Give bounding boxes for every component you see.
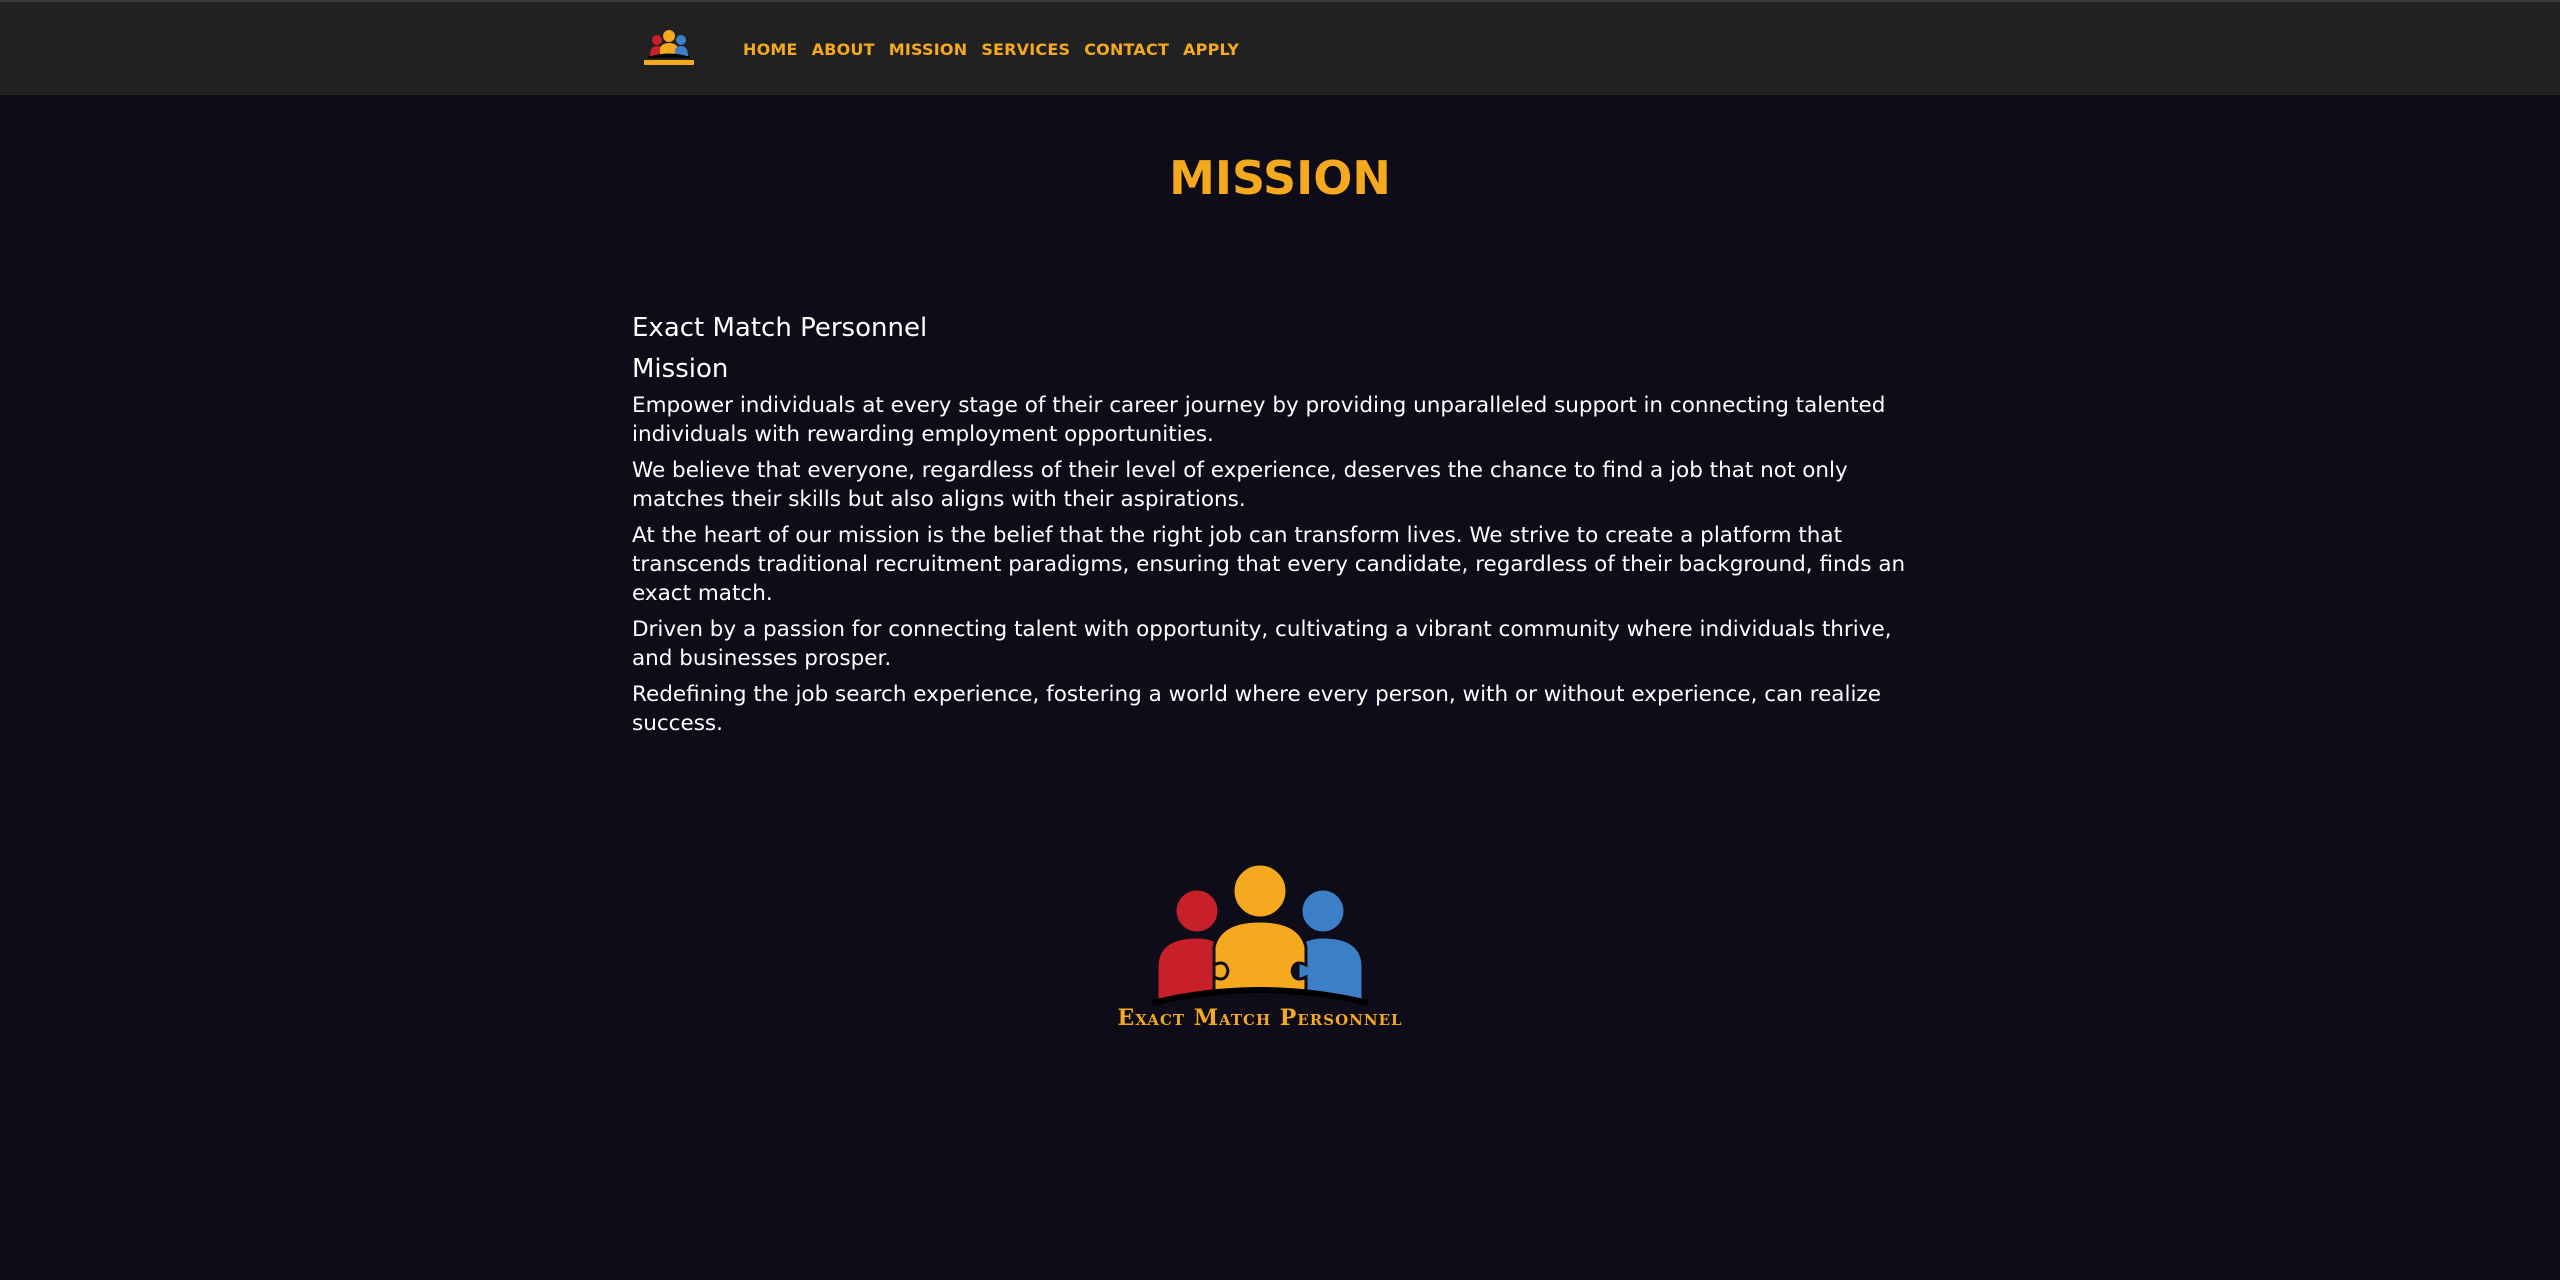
nav-link-apply[interactable]: APPLY	[1183, 39, 1239, 61]
mission-paragraph: Redefining the job search experience, fo…	[632, 682, 1881, 736]
nav-link-services[interactable]: SERVICES	[981, 39, 1070, 61]
mission-subheading: Mission	[632, 354, 729, 384]
company-name-heading: Exact Match Personnel	[632, 313, 928, 343]
top-navbar: HOME ABOUT MISSION SERVICES CONTACT APPL…	[0, 0, 2560, 95]
mission-paragraph: Empower individuals at every stage of th…	[632, 393, 1886, 447]
main-navigation: HOME ABOUT MISSION SERVICES CONTACT APPL…	[743, 39, 1253, 61]
page-title: MISSION	[1169, 151, 1391, 205]
nav-link-contact[interactable]: CONTACT	[1084, 39, 1169, 61]
mission-paragraph: At the heart of our mission is the belie…	[632, 523, 1906, 606]
nav-link-about[interactable]: ABOUT	[812, 39, 875, 61]
mission-paragraph: Driven by a passion for connecting talen…	[632, 617, 1892, 671]
footer-logo-text: Exact Match Personnel	[1117, 1005, 1403, 1031]
people-puzzle-logo-icon[interactable]	[638, 28, 700, 70]
nav-link-home[interactable]: HOME	[743, 39, 798, 61]
nav-link-mission[interactable]: MISSION	[889, 39, 968, 61]
mission-paragraph: We believe that everyone, regardless of …	[632, 458, 1848, 512]
mission-content: Exact Match Personnel Mission Empower in…	[632, 310, 1927, 745]
